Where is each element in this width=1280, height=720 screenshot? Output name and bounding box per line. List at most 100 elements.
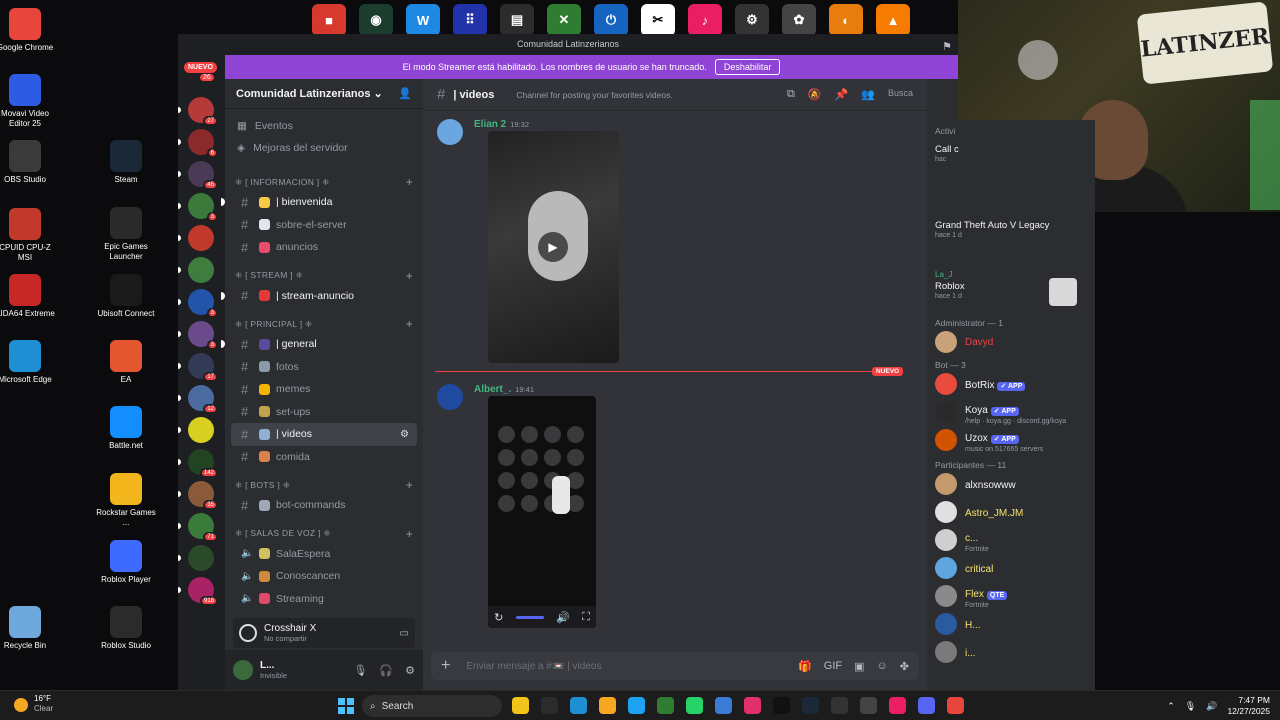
channel-item[interactable]: 🔈 Streaming: [231, 588, 417, 611]
microphone-icon[interactable]: 🎙: [353, 664, 367, 677]
plus-icon[interactable]: +: [441, 657, 450, 675]
channel-item[interactable]: # anuncios: [231, 236, 417, 259]
channel-item[interactable]: 🔈 SalaEspera: [231, 543, 417, 566]
app-icon[interactable]: [512, 697, 529, 714]
channel-topic[interactable]: Channel for posting your favorites video…: [516, 90, 672, 100]
gif-icon[interactable]: GIF: [824, 660, 842, 673]
clock[interactable]: 7:47 PM 12/27/2025: [1227, 695, 1270, 717]
pin-icon[interactable]: ⚑: [942, 37, 952, 57]
message-composer[interactable]: + Enviar mensaje a #📼 | videos 🎁 GIF ▣ ☺…: [431, 652, 919, 680]
channel-item[interactable]: # | videos ⚙: [231, 423, 417, 446]
message-input[interactable]: Enviar mensaje a #📼 | videos: [466, 661, 601, 672]
plus-icon[interactable]: +: [406, 269, 413, 283]
app-icon[interactable]: ✿: [782, 4, 816, 36]
threads-icon[interactable]: ⧉: [787, 88, 795, 101]
server-icon[interactable]: 142: [188, 449, 218, 478]
volume-icon[interactable]: 🔊: [556, 611, 570, 624]
members-icon[interactable]: 👥: [861, 88, 875, 101]
desktop-icon[interactable]: AIDA64 Extreme: [0, 274, 57, 319]
member-row[interactable]: Astro_JM.JM: [927, 498, 1095, 526]
channel-item[interactable]: 🔈 Conoscancen: [231, 565, 417, 588]
channel-item[interactable]: # | general: [221, 333, 417, 356]
app-icon[interactable]: [686, 697, 703, 714]
channel-item[interactable]: # comida: [231, 446, 417, 469]
desktop-icon[interactable]: Recycle Bin: [0, 606, 57, 651]
add-member-icon[interactable]: 👤: [398, 87, 412, 100]
disable-streamer-button[interactable]: Deshabilitar: [714, 59, 781, 75]
app-icon[interactable]: [715, 697, 732, 714]
server-icon[interactable]: [188, 225, 214, 251]
desktop-icon[interactable]: EA: [94, 340, 158, 385]
app-icon[interactable]: [860, 697, 877, 714]
sticker-icon[interactable]: ▣: [854, 660, 864, 673]
desktop-icon[interactable]: Ubisoft Connect: [94, 274, 158, 319]
channel-category[interactable]: ⁜ [ BOTS ] ⁜ +: [225, 476, 423, 494]
app-icon[interactable]: [773, 697, 790, 714]
desktop-icon[interactable]: Steam: [94, 140, 158, 185]
app-icon[interactable]: [657, 697, 674, 714]
activity-card[interactable]: Grand Theft Auto V Legacy hace 1 d: [927, 212, 1095, 264]
channel-item[interactable]: # | stream-anuncio: [221, 285, 417, 308]
member-row[interactable]: c... Fortnite: [927, 526, 1095, 554]
server-icon[interactable]: 17: [188, 353, 218, 382]
screen-share-icon[interactable]: ▭: [400, 628, 409, 639]
weather-widget[interactable]: 16°F Clear: [14, 694, 53, 714]
app-icon[interactable]: ■: [312, 4, 346, 36]
app-icon[interactable]: [541, 697, 558, 714]
windows-start-icon[interactable]: [338, 698, 354, 714]
server-icon[interactable]: 27: [188, 97, 218, 126]
desktop-icon[interactable]: Microsoft Edge: [0, 340, 57, 385]
server-icon[interactable]: 71: [188, 513, 218, 542]
server-icon[interactable]: 918: [188, 577, 218, 606]
member-row[interactable]: Koya ✓ APP/help · koya.gg · discord.gg/ko…: [927, 398, 1095, 426]
channel-category[interactable]: ⁜ [ STREAM ] ⁜ +: [225, 267, 423, 285]
message-author[interactable]: Elian 2: [474, 119, 506, 130]
member-row[interactable]: H...: [927, 610, 1095, 638]
app-icon[interactable]: ◉: [359, 4, 393, 36]
channel-item[interactable]: # set-ups: [231, 401, 417, 424]
video-attachment[interactable]: ▶: [488, 131, 619, 363]
channel-category[interactable]: ⁜ [ PRINCIPAL ] ⁜ +: [225, 315, 423, 333]
app-icon[interactable]: ⠿: [453, 4, 487, 36]
boost-item[interactable]: ◈ Mejoras del servidor: [225, 137, 423, 159]
member-row[interactable]: critical: [927, 554, 1095, 582]
replay-icon[interactable]: ↻: [494, 611, 503, 624]
app-icon[interactable]: [889, 697, 906, 714]
app-icon[interactable]: [570, 697, 587, 714]
member-row[interactable]: i...: [927, 638, 1095, 666]
app-icon[interactable]: [947, 697, 964, 714]
activity-panel[interactable]: Crosshair X No compartir ▭: [233, 618, 415, 648]
gift-icon[interactable]: 🎁: [798, 660, 812, 673]
capcut-icon[interactable]: ✂: [641, 4, 675, 36]
channel-item[interactable]: # bot-commands: [231, 494, 417, 517]
server-icon[interactable]: 12: [188, 385, 218, 414]
vlc-icon[interactable]: ▲: [876, 4, 910, 36]
app-icon[interactable]: ⚙: [735, 4, 769, 36]
desktop-icon[interactable]: Roblox Player: [94, 540, 158, 585]
avatar[interactable]: [437, 384, 463, 410]
member-row[interactable]: Uzox ✓ APP music on 517665 servers: [927, 426, 1095, 454]
progress-bar[interactable]: [515, 615, 544, 619]
plus-icon[interactable]: +: [406, 478, 413, 492]
message-author[interactable]: Albert_.: [474, 384, 511, 395]
play-icon[interactable]: ▶: [538, 232, 568, 262]
channel-item[interactable]: # memes: [231, 378, 417, 401]
member-row[interactable]: Flex QTE Fortnite: [927, 582, 1095, 610]
app-icon[interactable]: ✕: [547, 4, 581, 36]
server-icon[interactable]: [188, 545, 214, 571]
gear-icon[interactable]: ⚙: [405, 664, 415, 677]
server-icon[interactable]: 45: [188, 161, 218, 190]
taskbar-search[interactable]: ⌕ Search: [362, 695, 502, 717]
app-icon[interactable]: ▤: [500, 4, 534, 36]
volume-icon[interactable]: 🔊: [1206, 701, 1217, 712]
plus-icon[interactable]: +: [406, 527, 413, 541]
blender-icon[interactable]: ◐: [829, 4, 863, 36]
desktop-icon[interactable]: Battle.net: [94, 406, 158, 451]
app-icon[interactable]: [918, 697, 935, 714]
channel-item[interactable]: # fotos: [231, 356, 417, 379]
desktop-icon[interactable]: CPUID CPU-Z MSI: [0, 208, 57, 263]
app-icon[interactable]: [599, 697, 616, 714]
server-icon[interactable]: [188, 257, 214, 283]
fullscreen-icon[interactable]: ⛶: [582, 611, 590, 624]
headphones-icon[interactable]: 🎧: [379, 664, 393, 677]
